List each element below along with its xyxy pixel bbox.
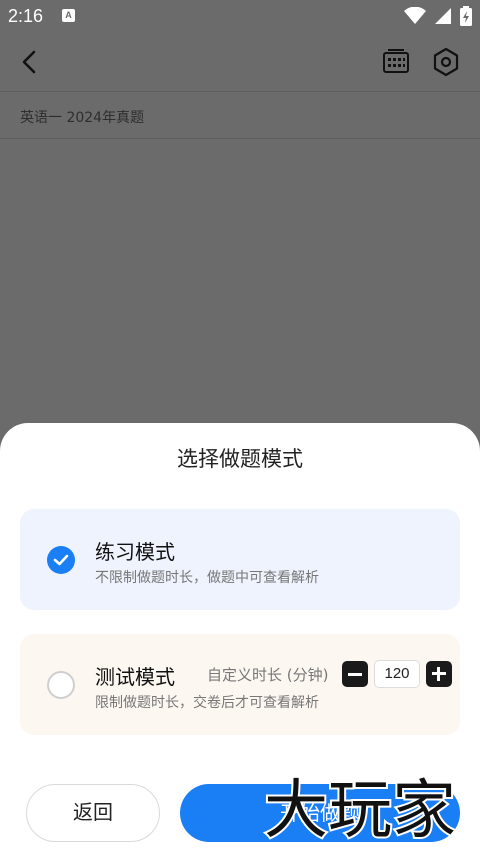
back-arrow-icon[interactable]: [16, 48, 44, 76]
practice-mode-title: 练习模式: [95, 540, 175, 564]
duration-increase-button[interactable]: [426, 661, 452, 687]
duration-input[interactable]: 120: [374, 660, 420, 688]
sheet-title: 选择做题模式: [177, 447, 303, 471]
watermark-logo: 大玩家: [262, 772, 458, 850]
back-button[interactable]: 返回: [26, 784, 160, 842]
exam-title: 英语一 2024年真题: [20, 110, 145, 126]
notification-a-icon: A: [62, 9, 75, 22]
status-icons: [404, 6, 472, 26]
duration-decrease-button[interactable]: [342, 661, 368, 687]
settings-hexagon-icon[interactable]: [431, 47, 461, 77]
test-mode-option[interactable]: 测试模式 自定义时长 (分钟) 120 限制做题时长，交卷后才可查看解析: [20, 634, 460, 735]
duration-label: 自定义时长 (分钟): [207, 666, 329, 684]
signal-icon: [435, 8, 451, 24]
practice-mode-description: 不限制做题时长，做题中可查看解析: [95, 570, 319, 586]
practice-mode-option[interactable]: 练习模式 不限制做题时长，做题中可查看解析: [20, 509, 460, 610]
wifi-icon: [404, 7, 426, 24]
status-time: 2:16: [8, 6, 44, 26]
battery-icon: [460, 6, 472, 26]
calendar-icon[interactable]: [382, 48, 410, 76]
test-mode-title: 测试模式: [95, 665, 175, 689]
test-mode-radio[interactable]: [47, 671, 75, 699]
practice-mode-radio[interactable]: [47, 546, 75, 574]
app-header: [0, 34, 480, 92]
exam-title-bar: 英语一 2024年真题: [0, 93, 480, 139]
checkmark-icon: [53, 554, 69, 566]
status-bar: 2:16 A: [0, 0, 480, 34]
test-mode-description: 限制做题时长，交卷后才可查看解析: [95, 695, 319, 711]
svg-text:大玩家: 大玩家: [264, 774, 456, 848]
